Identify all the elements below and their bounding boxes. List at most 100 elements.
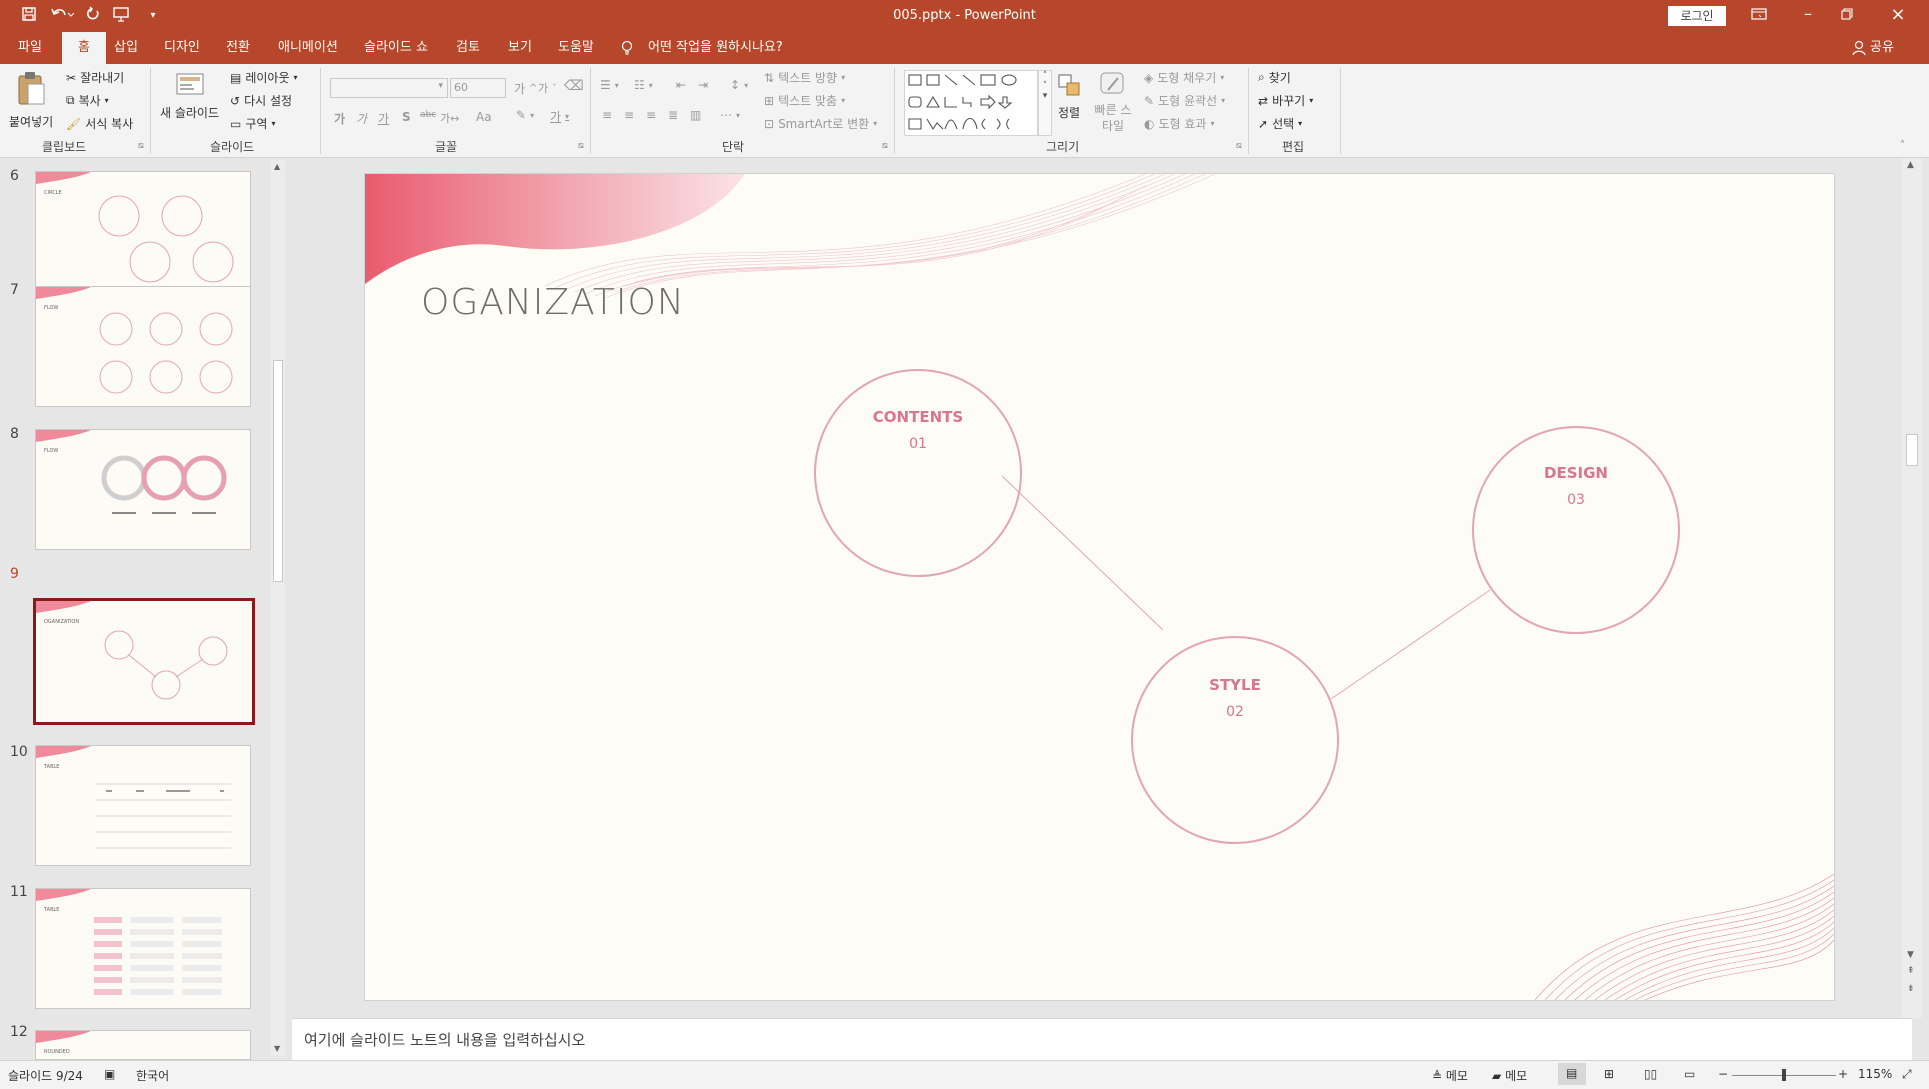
zoom-level[interactable]: 115% bbox=[1858, 1067, 1892, 1081]
increase-indent-icon[interactable]: ⇥ bbox=[698, 78, 708, 92]
slide-thumbnail[interactable]: ROUNDED bbox=[35, 1030, 251, 1060]
slide-thumbnail[interactable]: TABLE bbox=[35, 745, 251, 866]
scrollbar-thumb[interactable] bbox=[273, 360, 283, 582]
paste-button[interactable]: 붙여넣기 bbox=[9, 104, 53, 138]
arrange-icon[interactable] bbox=[1056, 72, 1084, 100]
format-painter-button[interactable]: 🖌 서식 복사 bbox=[66, 115, 133, 132]
notes-toggle-button[interactable]: ≜ 메모 bbox=[1432, 1067, 1468, 1084]
strikethrough-button[interactable]: abc bbox=[420, 110, 436, 120]
bullets-icon[interactable]: ☰ ▾ bbox=[600, 78, 619, 92]
tab-home[interactable]: 홈 bbox=[62, 32, 106, 64]
fit-to-window-icon[interactable]: ⤢ bbox=[1902, 1067, 1912, 1082]
scroll-up-icon[interactable]: ▲ bbox=[274, 162, 280, 171]
numbering-icon[interactable]: ☷ ▾ bbox=[634, 78, 653, 92]
shadow-button[interactable]: S bbox=[402, 110, 411, 124]
tab-review[interactable]: 검토 bbox=[454, 32, 482, 64]
ribbon-display-options-icon[interactable] bbox=[1750, 6, 1772, 26]
italic-button[interactable]: 가 bbox=[356, 110, 367, 127]
reading-view-icon[interactable]: ▯▯ bbox=[1644, 1067, 1657, 1081]
slide-sorter-icon[interactable]: ⊞ bbox=[1604, 1067, 1614, 1081]
slide-title[interactable]: OGANIZATION bbox=[421, 282, 685, 323]
node-label-contents[interactable]: CONTENTS bbox=[815, 408, 1021, 426]
replace-button[interactable]: ⇄ 바꾸기 ▾ bbox=[1258, 92, 1313, 109]
thumbnail-scrollbar[interactable]: ▲ ▼ bbox=[271, 160, 285, 1056]
node-label-design[interactable]: DESIGN bbox=[1473, 464, 1679, 482]
share-button[interactable]: 공유 bbox=[1868, 32, 1896, 64]
new-slide-icon[interactable] bbox=[174, 68, 208, 102]
slideshow-icon[interactable]: ▭ bbox=[1684, 1067, 1695, 1081]
clear-formatting-icon[interactable]: ⌫ bbox=[564, 78, 584, 94]
minimize-icon[interactable]: – bbox=[1796, 4, 1820, 26]
shape-effects-button[interactable]: ◐ 도형 효과 ▾ bbox=[1144, 115, 1214, 132]
tab-insert[interactable]: 삽입 bbox=[112, 32, 140, 64]
decrease-font-icon[interactable]: 가ˇ bbox=[538, 80, 557, 96]
layout-button[interactable]: ▤ 레이아웃 ▾ bbox=[230, 69, 298, 86]
change-case-button[interactable]: Aa bbox=[476, 110, 492, 124]
underline-button[interactable]: 가 bbox=[378, 110, 389, 127]
node-number-design[interactable]: 03 bbox=[1473, 492, 1679, 508]
comments-toggle-button[interactable]: ▰ 메모 bbox=[1492, 1067, 1527, 1084]
dialog-launcher-icon[interactable]: ⧅ bbox=[578, 141, 584, 151]
previous-slide-icon[interactable]: ⇞ bbox=[1907, 966, 1915, 976]
highlight-icon[interactable]: ✎ ▾ bbox=[516, 108, 534, 122]
zoom-slider-thumb[interactable] bbox=[1782, 1069, 1786, 1081]
slide-canvas[interactable]: OGANIZATION CONTENTS 01 STYLE 02 DESIGN … bbox=[365, 174, 1834, 1000]
scroll-down-icon[interactable]: ▼ bbox=[1907, 950, 1914, 960]
text-direction-button[interactable]: ⇅ 텍스트 방향 ▾ bbox=[764, 69, 845, 86]
scroll-up-icon[interactable]: ▲ bbox=[1907, 160, 1914, 170]
cut-button[interactable]: ✂ 잘라내기 bbox=[66, 69, 124, 86]
dialog-launcher-icon[interactable]: ⧅ bbox=[1236, 141, 1242, 151]
tab-file[interactable]: 파일 bbox=[16, 32, 44, 64]
shape-outline-button[interactable]: ✎ 도형 윤곽선 ▾ bbox=[1144, 92, 1225, 109]
shapes-gallery-scroll[interactable]: ˄ ˅ ▾ bbox=[1038, 70, 1052, 136]
arrange-button[interactable]: 정렬 bbox=[1058, 104, 1080, 121]
node-number-contents[interactable]: 01 bbox=[815, 436, 1021, 452]
tab-transitions[interactable]: 전환 bbox=[224, 32, 252, 64]
dialog-launcher-icon[interactable]: ⧅ bbox=[138, 141, 144, 151]
scrollbar-thumb[interactable] bbox=[1906, 434, 1918, 466]
notes-pane[interactable]: 여기에 슬라이드 노트의 내용을 입력하십시오 bbox=[292, 1018, 1912, 1060]
align-center-icon[interactable]: ≡ bbox=[624, 108, 634, 122]
columns-icon[interactable]: ▥ bbox=[690, 108, 701, 122]
align-text-button[interactable]: ⊞ 텍스트 맞춤 ▾ bbox=[764, 92, 845, 109]
quick-styles-icon[interactable] bbox=[1098, 70, 1128, 100]
decrease-indent-icon[interactable]: ⇤ bbox=[676, 78, 686, 92]
paragraph-more-icon[interactable]: ⋯ ▾ bbox=[720, 108, 740, 122]
reset-button[interactable]: ↺ 다시 설정 bbox=[230, 92, 292, 109]
tab-design[interactable]: 디자인 bbox=[162, 32, 202, 64]
shape-fill-button[interactable]: ◈ 도형 채우기 ▾ bbox=[1144, 69, 1224, 86]
smartart-button[interactable]: ⊡ SmartArt로 변환 ▾ bbox=[764, 115, 877, 132]
tab-animations[interactable]: 애니메이션 bbox=[276, 32, 340, 64]
node-label-style[interactable]: STYLE bbox=[1132, 676, 1338, 694]
tab-slideshow[interactable]: 슬라이드 쇼 bbox=[362, 32, 430, 64]
dialog-launcher-icon[interactable]: ⧅ bbox=[882, 141, 888, 151]
language-indicator[interactable]: 한국어 bbox=[136, 1067, 169, 1084]
character-spacing-button[interactable]: 가↔ bbox=[440, 110, 459, 126]
next-slide-icon[interactable]: ⇟ bbox=[1907, 984, 1915, 994]
align-right-icon[interactable]: ≡ bbox=[646, 108, 656, 122]
align-left-icon[interactable]: ≡ bbox=[602, 108, 612, 122]
scroll-down-icon[interactable]: ▼ bbox=[274, 1044, 280, 1053]
slide-thumbnail[interactable]: TABLE bbox=[35, 888, 251, 1009]
new-slide-button[interactable]: 새 슬라이드 bbox=[160, 104, 219, 121]
tab-help[interactable]: 도움말 bbox=[556, 32, 596, 64]
spell-check-icon[interactable]: ▣ bbox=[104, 1067, 115, 1081]
login-button[interactable]: 로그인 bbox=[1668, 6, 1726, 26]
slide-thumbnail[interactable]: FLOW bbox=[35, 286, 251, 407]
slide-thumbnail[interactable]: FLOW bbox=[35, 429, 251, 550]
slide-thumbnail-selected[interactable]: OGANIZATION bbox=[33, 598, 255, 725]
slide-thumbnail[interactable]: CIRCLE bbox=[35, 171, 251, 292]
justify-icon[interactable]: ≣ bbox=[668, 108, 678, 122]
font-size-combobox[interactable]: 60 bbox=[450, 78, 506, 98]
collapse-ribbon-icon[interactable]: ˄ bbox=[1900, 140, 1905, 151]
tab-view[interactable]: 보기 bbox=[506, 32, 534, 64]
font-name-combobox[interactable]: ▾ bbox=[330, 78, 448, 98]
tell-me-search[interactable]: 어떤 작업을 원하시나요? bbox=[646, 32, 785, 64]
select-button[interactable]: ➚ 선택 ▾ bbox=[1258, 115, 1302, 132]
increase-font-icon[interactable]: 가 ^ bbox=[514, 80, 537, 97]
font-color-icon[interactable]: 가 ▾ bbox=[550, 108, 569, 125]
shapes-gallery[interactable] bbox=[904, 70, 1038, 136]
bold-button[interactable]: 가 bbox=[334, 110, 345, 127]
zoom-out-icon[interactable]: − bbox=[1718, 1067, 1728, 1081]
zoom-in-icon[interactable]: + bbox=[1838, 1067, 1848, 1081]
